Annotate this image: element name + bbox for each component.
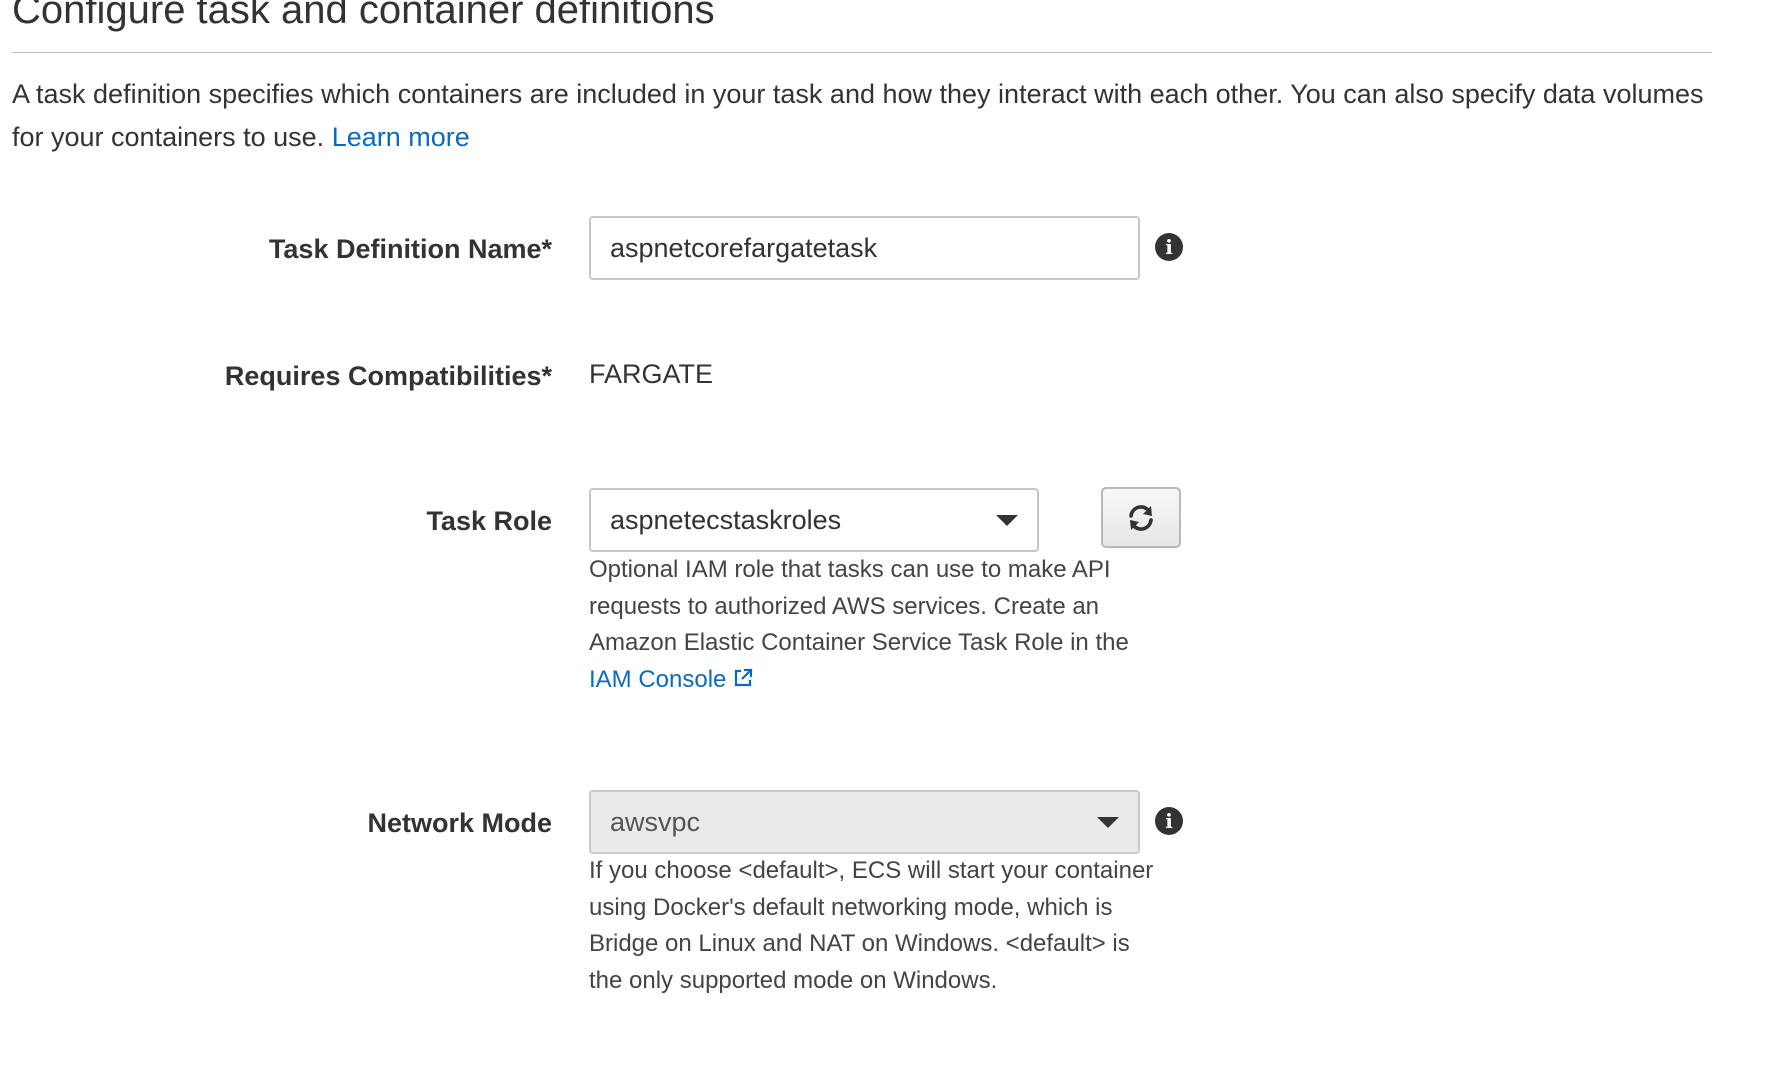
- title-divider: [12, 52, 1712, 53]
- learn-more-link[interactable]: Learn more: [332, 122, 470, 152]
- iam-console-link-label: IAM Console: [589, 665, 727, 693]
- task-role-select[interactable]: aspnetecstaskroles: [589, 488, 1039, 552]
- intro-text: A task definition specifies which contai…: [12, 73, 1712, 159]
- network-mode-select[interactable]: awsvpc: [589, 790, 1140, 854]
- task-definition-name-label: Task Definition Name*: [268, 234, 552, 264]
- iam-console-link[interactable]: IAM Console: [589, 666, 754, 693]
- network-mode-help: If you choose <default>, ECS will start …: [589, 857, 1154, 994]
- refresh-icon: [1129, 504, 1153, 531]
- requires-compatibilities-value: FARGATE: [589, 359, 714, 389]
- task-definition-name-input[interactable]: [589, 216, 1140, 280]
- network-mode-selected-value: awsvpc: [610, 806, 701, 837]
- intro-description: A task definition specifies which contai…: [12, 79, 1704, 152]
- refresh-task-roles-button[interactable]: [1101, 487, 1181, 548]
- chevron-down-icon: [996, 514, 1018, 526]
- network-mode-info-icon[interactable]: i: [1155, 807, 1183, 835]
- page-title: Configure task and container definitions: [12, 0, 715, 32]
- task-role-selected-value: aspnetecstaskroles: [610, 504, 842, 535]
- task-role-help: Optional IAM role that tasks can use to …: [589, 556, 1129, 656]
- network-mode-label: Network Mode: [367, 808, 552, 838]
- requires-compatibilities-label: Requires Compatibilities*: [224, 361, 552, 391]
- task-role-label: Task Role: [426, 506, 552, 536]
- task-role-help-text: Optional IAM role that tasks can use to …: [589, 552, 1169, 700]
- task-definition-name-info-icon[interactable]: i: [1155, 233, 1183, 261]
- chevron-down-icon: [1097, 816, 1119, 828]
- external-link-icon: [732, 664, 754, 701]
